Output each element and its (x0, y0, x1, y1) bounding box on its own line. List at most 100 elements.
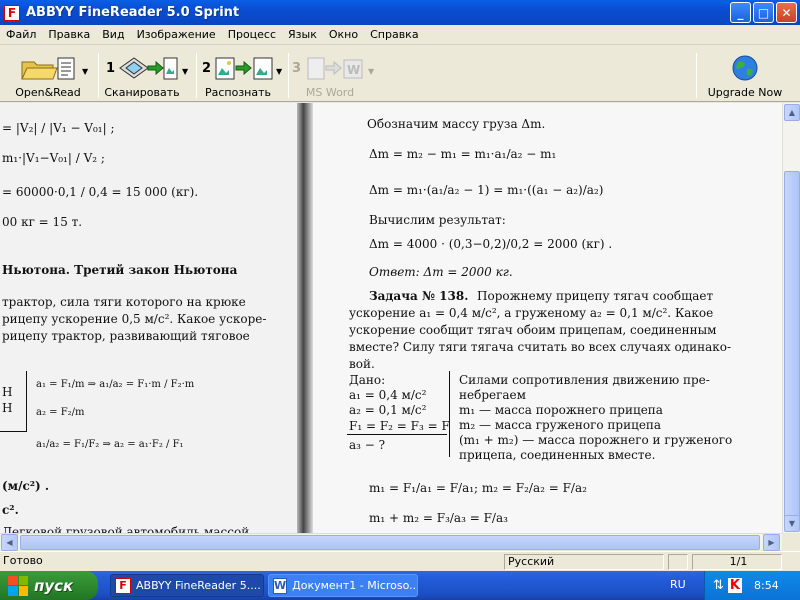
menu-edit[interactable]: Правка (42, 28, 96, 41)
status-language: Русский (504, 554, 664, 570)
right-page: Обозначим массу груза Δm. Δm = m₂ − m₁ =… (313, 103, 782, 533)
upgrade-now-label: Upgrade Now (707, 86, 783, 99)
right-formula-4: m₁ = F₁/a₁ = F/a₁; m₂ = F₂/a₂ = F/a₂ (369, 481, 587, 495)
svg-text:W: W (347, 63, 360, 77)
antivirus-icon[interactable]: K (727, 578, 742, 593)
task-finereader-label: ABBYY FineReader 5.... (136, 579, 261, 592)
given-a2: a₂ = 0,1 м/с² (349, 403, 427, 417)
scroll-up-icon[interactable]: ▲ (784, 104, 800, 121)
left-page: = |V₂| / |V₁ − V₀₁| ; m₁·|V₁−V₀₁| / V₂ ;… (0, 103, 300, 533)
open-read-label: Open&Read (15, 86, 81, 99)
open-folder-icon (21, 57, 75, 80)
right-formula-1: Δm = m₂ − m₁ = m₁·a₁/a₂ − m₁ (369, 147, 557, 161)
horizontal-scrollbar[interactable]: ◀ ▶ (0, 533, 782, 551)
minimize-button[interactable]: _ (730, 2, 751, 23)
vertical-scroll-thumb[interactable] (784, 171, 800, 521)
horizontal-scroll-thumb[interactable] (20, 535, 760, 550)
scroll-left-icon[interactable]: ◀ (1, 534, 18, 551)
open-read-dropdown[interactable]: ▼ (82, 49, 94, 99)
left-line-7: рицепу ускорение 0,5 м/с². Какое ускоре- (2, 312, 267, 326)
vertical-scrollbar[interactable]: ▲ ▼ (782, 103, 800, 533)
left-line-3: = 60000·0,1 / 0,4 = 15 000 (кг). (2, 185, 199, 199)
right-line-18: Силами сопротивления движению пре- (459, 373, 710, 387)
chevron-down-icon: ▼ (182, 67, 189, 76)
menu-help[interactable]: Справка (364, 28, 424, 41)
right-line-23: прицепа, соединенных вместе. (459, 448, 656, 462)
open-read-button[interactable]: Open&Read (8, 49, 88, 99)
scroll-down-icon[interactable]: ▼ (784, 515, 800, 532)
menu-image[interactable]: Изображение (131, 28, 222, 41)
start-button[interactable]: пуск (0, 571, 98, 600)
right-line-1: Обозначим массу груза Δm. (367, 117, 546, 131)
task-word[interactable]: W Документ1 - Microso... (268, 574, 418, 597)
window-title: ABBYY FineReader 5.0 Sprint (26, 5, 240, 20)
scroll-corner (782, 533, 800, 550)
scan-button[interactable]: 1 Сканировать (102, 49, 182, 99)
chevron-down-icon: ▼ (368, 67, 375, 76)
recognize-step-number: 2 (202, 61, 212, 76)
right-line-19: небрегаем (459, 388, 526, 402)
scan-dropdown[interactable]: ▼ (182, 49, 194, 99)
right-answer: Ответ: Δm = 2000 кг. (369, 265, 513, 279)
right-formula-2: Δm = m₁·(a₁/a₂ − 1) = m₁·((a₁ − a₂)/a₂) (369, 183, 604, 197)
given-unknown: a₃ − ? (349, 438, 386, 452)
finereader-logo-icon: F (4, 4, 20, 21)
msword-export-icon: W (307, 57, 363, 80)
left-line-12: (м/с²) . (2, 479, 50, 493)
close-button[interactable]: ✕ (776, 2, 797, 23)
maximize-button[interactable]: □ (753, 2, 774, 23)
language-indicator[interactable]: RU (670, 578, 686, 591)
finereader-logo-icon: F (115, 577, 131, 594)
left-line-1: = |V₂| / |V₁ − V₀₁| ; (2, 121, 115, 135)
word-document-icon: W (273, 577, 288, 594)
left-line-14: Легковой грузовой автомобиль массой (2, 525, 250, 533)
menu-language[interactable]: Язык (282, 28, 323, 41)
status-text: Готово (3, 554, 43, 567)
main-toolbar: Open&Read ▼ 1 Сканировать ▼ 2 Распознать… (0, 45, 800, 102)
chevron-down-icon: ▼ (276, 67, 283, 76)
recognize-label: Распознать (204, 86, 272, 99)
msword-dropdown[interactable]: ▼ (368, 49, 380, 99)
problem-number: Задача № 138. (369, 289, 469, 303)
right-line-11: вместе? Силу тяги тягача считать во всех… (349, 340, 732, 354)
left-given-h1: Н (2, 385, 13, 399)
left-given-h2: Н (2, 401, 13, 415)
left-heading: Ньютона. Третий закон Ньютона (2, 263, 238, 277)
title-bar: F ABBYY FineReader 5.0 Sprint _ □ ✕ (0, 0, 800, 25)
left-line-13: с². (2, 503, 19, 517)
start-label: пуск (34, 576, 74, 595)
menu-file[interactable]: Файл (0, 28, 42, 41)
left-line-2: m₁·|V₁−V₀₁| / V₂ ; (2, 151, 105, 165)
recognize-dropdown[interactable]: ▼ (276, 49, 288, 99)
scanner-icon (119, 57, 178, 80)
right-formula-3: Δm = 4000 · (0,3−0,2)/0,2 = 2000 (кг) . (369, 237, 613, 251)
given-forces: F₁ = F₂ = F₃ = F (349, 419, 450, 433)
network-icon[interactable]: ⇅ (713, 578, 724, 593)
recognize-button[interactable]: 2 Распознать (200, 49, 276, 99)
menu-view[interactable]: Вид (96, 28, 130, 41)
left-formula-1: a₁ = F₁/m ⇒ a₁/a₂ = F₁·m / F₂·m (36, 379, 195, 390)
document-image-view[interactable]: = |V₂| / |V₁ − V₀₁| ; m₁·|V₁−V₀₁| / V₂ ;… (0, 103, 782, 533)
clock: 8:54 (753, 579, 779, 592)
left-line-6: трактор, сила тяги которого на крюке (2, 295, 246, 309)
right-formula-5: m₁ + m₂ = F₃/a₃ = F/a₃ (369, 511, 508, 525)
msword-button[interactable]: 3 W MS Word (290, 49, 370, 99)
menu-process[interactable]: Процесс (222, 28, 282, 41)
status-empty (668, 554, 688, 570)
menu-window[interactable]: Окно (323, 28, 364, 41)
globe-icon (732, 55, 758, 81)
taskbar: пуск F ABBYY FineReader 5.... W Документ… (0, 571, 800, 600)
scan-step-number: 1 (106, 61, 116, 76)
scroll-right-icon[interactable]: ▶ (763, 534, 780, 551)
windows-logo-icon (8, 575, 28, 596)
msword-label: MS Word (305, 86, 355, 99)
upgrade-now-button[interactable]: Upgrade Now (702, 49, 788, 99)
msword-step-number: 3 (292, 61, 302, 76)
right-line-12: вой. (349, 357, 375, 371)
left-formula-2: a₂ = F₂/m (36, 407, 85, 418)
chevron-down-icon: ▼ (82, 67, 89, 76)
right-line-8: Порожнему прицепу тягач сообщает (477, 289, 714, 303)
status-bar: Готово Русский 1/1 (0, 551, 800, 571)
left-line-4: 00 кг = 15 т. (2, 215, 83, 229)
task-finereader[interactable]: F ABBYY FineReader 5.... (110, 574, 264, 597)
